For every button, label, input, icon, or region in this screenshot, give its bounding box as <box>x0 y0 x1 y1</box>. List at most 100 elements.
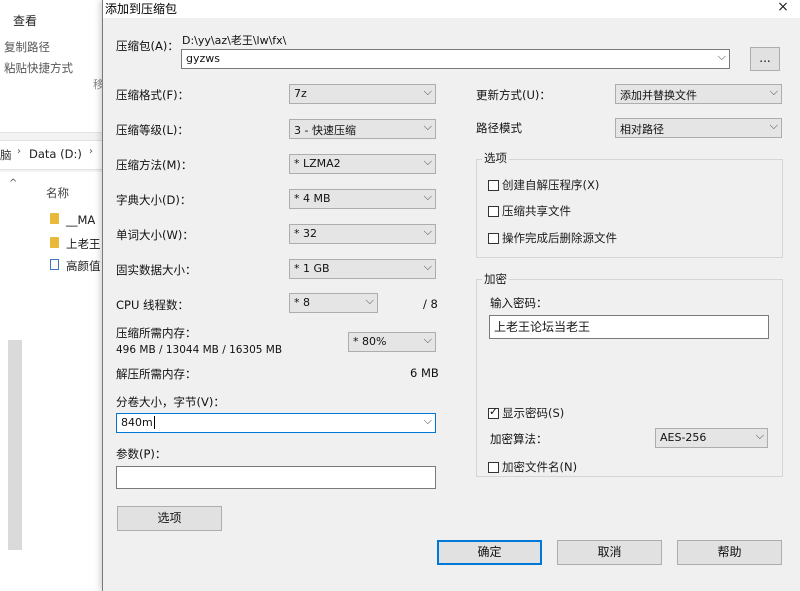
browse-button[interactable]: ... <box>750 47 780 71</box>
ribbon-paste-shortcut[interactable]: 粘贴快捷方式 <box>4 60 73 76</box>
dict-label: 字典大小(D)： <box>116 193 192 207</box>
chevron-down-icon[interactable]: ⌵ <box>718 50 726 64</box>
mem-decompress-label: 解压所需内存： <box>116 367 197 381</box>
folder-icon <box>50 237 59 248</box>
encryption-method-label: 加密算法： <box>490 432 548 446</box>
level-value: 3 - 快速压缩 <box>294 124 356 137</box>
threads-value: * 8 <box>294 296 310 309</box>
encrypt-names-option[interactable]: 加密文件名(N) <box>488 459 577 475</box>
word-select[interactable]: * 32 ⌵ <box>289 224 436 244</box>
shared-files-label: 压缩共享文件 <box>502 204 571 218</box>
cancel-button[interactable]: 取消 <box>557 540 662 565</box>
solid-label: 固实数据大小： <box>116 263 197 277</box>
delete-after-option[interactable]: 操作完成后删除源文件 <box>488 230 617 246</box>
help-button[interactable]: 帮助 <box>677 540 782 565</box>
mem-decompress-value: 6 MB <box>410 366 439 380</box>
breadcrumb-drive[interactable]: Data (D:) <box>29 147 82 161</box>
threads-select[interactable]: * 8 ⌵ <box>289 293 378 313</box>
shared-files-option[interactable]: 压缩共享文件 <box>488 203 571 219</box>
breadcrumb-chevron-icon: › <box>17 146 21 157</box>
password-input[interactable]: 上老王论坛当老王 <box>489 315 769 339</box>
sfx-option[interactable]: 创建自解压程序(X) <box>488 177 599 193</box>
file-item[interactable]: __MA <box>66 213 95 227</box>
format-value: 7z <box>294 87 307 100</box>
dict-select[interactable]: * 4 MB ⌵ <box>289 189 436 209</box>
sfx-label: 创建自解压程序(X) <box>502 178 600 192</box>
dialog-titlebar[interactable] <box>103 0 800 18</box>
archive-name-value: gyzws <box>186 52 220 65</box>
chevron-down-icon: ⌵ <box>755 429 764 442</box>
params-input[interactable] <box>116 466 436 489</box>
nav-scrollbar[interactable] <box>8 340 22 550</box>
split-size-input[interactable]: 840m ⌵ <box>116 413 436 433</box>
archive-path: D:\yy\az\老王\lw\fx\ <box>182 34 287 47</box>
shared-files-checkbox[interactable] <box>488 205 499 217</box>
ok-button[interactable]: 确定 <box>437 540 542 565</box>
update-select[interactable]: 添加并替换文件 ⌵ <box>615 84 782 104</box>
encrypt-names-checkbox[interactable] <box>488 461 499 473</box>
options-button[interactable]: 选项 <box>117 506 222 531</box>
chevron-down-icon: ⌵ <box>423 190 432 203</box>
encryption-group-title: 加密 <box>482 271 509 287</box>
solid-value: * 1 GB <box>294 262 330 275</box>
explorer-tab-view[interactable]: 查看 <box>13 12 37 29</box>
word-value: * 32 <box>294 227 317 240</box>
mem-compress-label: 压缩所需内存： <box>116 326 197 340</box>
dialog-title: 添加到压缩包 <box>105 2 178 16</box>
delete-after-label: 操作完成后删除源文件 <box>502 231 617 245</box>
format-label: 压缩格式(F)： <box>116 88 190 102</box>
show-password-option[interactable]: 显示密码(S) <box>488 405 564 421</box>
dict-value: * 4 MB <box>294 192 331 205</box>
update-value: 添加并替换文件 <box>620 89 697 102</box>
close-icon[interactable]: × <box>773 0 793 15</box>
format-select[interactable]: 7z ⌵ <box>289 84 436 104</box>
ribbon-copy-path[interactable]: 复制路径 <box>4 39 50 55</box>
method-label: 压缩方法(M)： <box>116 158 193 172</box>
method-select[interactable]: * LZMA2 ⌵ <box>289 154 436 174</box>
update-label: 更新方式(U)： <box>476 88 551 102</box>
show-password-label: 显示密码(S) <box>502 406 565 420</box>
document-icon <box>50 259 59 270</box>
chevron-down-icon[interactable]: ⌵ <box>424 414 432 428</box>
file-item[interactable]: 上老王 <box>66 236 101 252</box>
chevron-down-icon: ⌵ <box>423 225 432 238</box>
split-size-value: 840m <box>121 416 153 429</box>
mem-usage-value: * 80% <box>353 335 387 348</box>
chevron-down-icon: ⌵ <box>423 155 432 168</box>
password-label: 输入密码： <box>490 296 548 310</box>
params-label: 参数(P)： <box>116 447 167 461</box>
address-prefix: 脑 <box>0 148 12 162</box>
encrypt-names-label: 加密文件名(N) <box>502 460 578 474</box>
file-item[interactable]: 高颜值 <box>66 258 101 274</box>
chevron-down-icon: ⌵ <box>423 260 432 273</box>
mem-usage-select[interactable]: * 80% ⌵ <box>348 332 436 352</box>
add-to-archive-dialog: 添加到压缩包 × 压缩包(A)： D:\yy\az\老王\lw\fx\ gyzw… <box>102 0 800 591</box>
encryption-method-value: AES-256 <box>660 431 707 444</box>
chevron-down-icon: ⌵ <box>423 120 432 133</box>
options-group-title: 选项 <box>482 150 509 166</box>
show-password-checkbox[interactable] <box>488 405 499 419</box>
chevron-down-icon: ⌵ <box>423 85 432 98</box>
threads-label: CPU 线程数： <box>116 298 190 312</box>
solid-select[interactable]: * 1 GB ⌵ <box>289 259 436 279</box>
chevron-down-icon: ⌵ <box>423 333 432 346</box>
encryption-method-select[interactable]: AES-256 ⌵ <box>655 428 768 448</box>
path-mode-value: 相对路径 <box>620 123 664 136</box>
archive-name-input[interactable]: gyzws ⌵ <box>181 49 730 69</box>
breadcrumb-chevron-icon: › <box>89 146 93 157</box>
threads-max: / 8 <box>423 297 438 311</box>
sfx-checkbox[interactable] <box>488 179 499 191</box>
collapse-chevron-icon[interactable]: ^ <box>9 178 17 189</box>
archive-label: 压缩包(A)： <box>116 39 179 53</box>
level-label: 压缩等级(L)： <box>116 123 189 137</box>
method-value: * LZMA2 <box>294 157 341 170</box>
path-mode-label: 路径模式 <box>476 121 522 135</box>
chevron-down-icon: ⌵ <box>769 85 778 98</box>
level-select[interactable]: 3 - 快速压缩 ⌵ <box>289 119 436 139</box>
delete-after-checkbox[interactable] <box>488 232 499 244</box>
folder-icon <box>50 213 59 224</box>
column-header-name[interactable]: 名称 <box>46 185 69 201</box>
chevron-down-icon: ⌵ <box>769 119 778 132</box>
chevron-down-icon: ⌵ <box>365 294 374 307</box>
path-mode-select[interactable]: 相对路径 ⌵ <box>615 118 782 138</box>
